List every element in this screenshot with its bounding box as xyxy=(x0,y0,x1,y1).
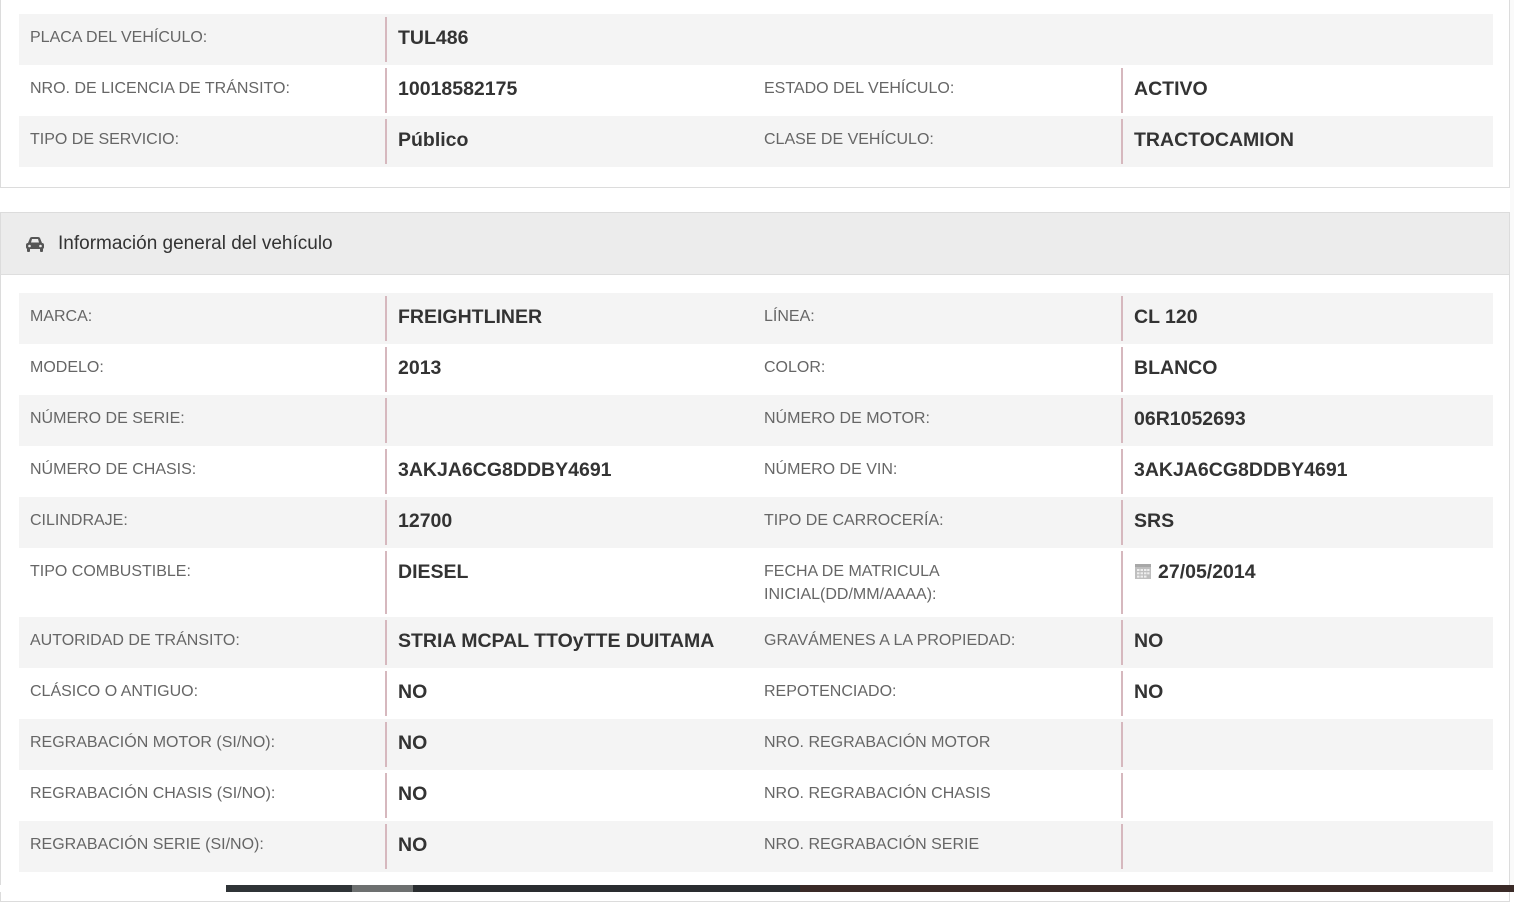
serial-regrab-number-value xyxy=(1121,821,1493,872)
registration-date-cell: 27/05/2014 xyxy=(1121,548,1493,617)
transit-license-value: 10018582175 xyxy=(385,65,753,116)
classic-label: CLÁSICO O ANTIGUO: xyxy=(30,683,199,700)
fuel-type-label: TIPO COMBUSTIBLE: xyxy=(30,563,191,580)
bottom-taskbar-strip xyxy=(0,885,1514,892)
registration-date-label: FECHA DE MATRICULA INICIAL(DD/MM/AAAA): xyxy=(764,563,939,603)
model-value: 2013 xyxy=(385,344,753,395)
chassis-regrab-number-label: NRO. REGRABACIÓN CHASIS xyxy=(764,785,991,802)
service-type-label: TIPO DE SERVICIO: xyxy=(30,131,180,148)
right-edge xyxy=(1510,0,1514,885)
table-row: REGRABACIÓN SERIE (SI/NO): NO NRO. REGRA… xyxy=(19,821,1493,872)
liens-label: GRAVÁMENES A LA PROPIEDAD: xyxy=(764,632,1016,649)
engine-regrab-label: REGRABACIÓN MOTOR (SI/NO): xyxy=(30,734,276,751)
table-row: CLÁSICO O ANTIGUO: NO REPOTENCIADO: NO xyxy=(19,668,1493,719)
general-info-title: Información general del vehículo xyxy=(58,232,333,254)
vehicle-summary-table: PLACA DEL VEHÍCULO: TUL486 NRO. DE LICEN… xyxy=(19,14,1493,167)
plate-label: PLACA DEL VEHÍCULO: xyxy=(30,29,208,46)
transit-authority-label: AUTORIDAD DE TRÁNSITO: xyxy=(30,632,240,649)
table-row: MODELO: 2013 COLOR: BLANCO xyxy=(19,344,1493,395)
repowered-label: REPOTENCIADO: xyxy=(764,683,897,700)
plate-value: TUL486 xyxy=(385,14,1493,65)
chassis-number-value: 3AKJA6CG8DDBY4691 xyxy=(385,446,753,497)
registration-date-value: 27/05/2014 xyxy=(1158,561,1256,583)
classic-value: NO xyxy=(385,668,753,719)
line-value: CL 120 xyxy=(1121,293,1493,344)
vehicle-class-value: TRACTOCAMION xyxy=(1121,116,1493,167)
vehicle-class-label: CLASE DE VEHÍCULO: xyxy=(764,131,934,148)
table-row: AUTORIDAD DE TRÁNSITO: STRIA MCPAL TTOyT… xyxy=(19,617,1493,668)
serial-number-value xyxy=(385,395,753,446)
vin-number-label: NÚMERO DE VIN: xyxy=(764,461,898,478)
body-type-value: SRS xyxy=(1121,497,1493,548)
chassis-regrab-value: NO xyxy=(385,770,753,821)
chassis-regrab-number-value xyxy=(1121,770,1493,821)
color-value: BLANCO xyxy=(1121,344,1493,395)
car-icon xyxy=(24,235,46,253)
table-row: PLACA DEL VEHÍCULO: TUL486 xyxy=(19,14,1493,65)
table-row: MARCA: FREIGHTLINER LÍNEA: CL 120 xyxy=(19,293,1493,344)
vehicle-status-label: ESTADO DEL VEHÍCULO: xyxy=(764,80,955,97)
chassis-number-label: NÚMERO DE CHASIS: xyxy=(30,461,197,478)
engine-regrab-number-value xyxy=(1121,719,1493,770)
serial-regrab-label: REGRABACIÓN SERIE (SI/NO): xyxy=(30,836,264,853)
serial-regrab-value: NO xyxy=(385,821,753,872)
displacement-label: CILINDRAJE: xyxy=(30,512,128,529)
table-row: NÚMERO DE SERIE: NÚMERO DE MOTOR: 06R105… xyxy=(19,395,1493,446)
table-row: REGRABACIÓN CHASIS (SI/NO): NO NRO. REGR… xyxy=(19,770,1493,821)
general-info-header: Información general del vehículo xyxy=(1,213,1509,275)
repowered-value: NO xyxy=(1121,668,1493,719)
liens-value: NO xyxy=(1121,617,1493,668)
vehicle-status-value: ACTIVO xyxy=(1121,65,1493,116)
brand-value: FREIGHTLINER xyxy=(385,293,753,344)
model-label: MODELO: xyxy=(30,359,104,376)
vin-number-value: 3AKJA6CG8DDBY4691 xyxy=(1121,446,1493,497)
table-row: REGRABACIÓN MOTOR (SI/NO): NO NRO. REGRA… xyxy=(19,719,1493,770)
displacement-value: 12700 xyxy=(385,497,753,548)
service-type-value: Público xyxy=(385,116,753,167)
engine-number-label: NÚMERO DE MOTOR: xyxy=(764,410,930,427)
general-info-table: MARCA: FREIGHTLINER LÍNEA: CL 120 MODELO… xyxy=(19,293,1493,872)
engine-regrab-number-label: NRO. REGRABACIÓN MOTOR xyxy=(764,734,991,751)
table-row: NRO. DE LICENCIA DE TRÁNSITO: 1001858217… xyxy=(19,65,1493,116)
line-label: LÍNEA: xyxy=(764,308,815,325)
vehicle-summary-panel: PLACA DEL VEHÍCULO: TUL486 NRO. DE LICEN… xyxy=(0,0,1510,188)
engine-regrab-value: NO xyxy=(385,719,753,770)
body-type-label: TIPO DE CARROCERÍA: xyxy=(764,512,944,529)
table-row: TIPO DE SERVICIO: Público CLASE DE VEHÍC… xyxy=(19,116,1493,167)
color-label: COLOR: xyxy=(764,359,826,376)
table-row: CILINDRAJE: 12700 TIPO DE CARROCERÍA: SR… xyxy=(19,497,1493,548)
fuel-type-value: DIESEL xyxy=(385,548,753,617)
brand-label: MARCA: xyxy=(30,308,93,325)
transit-authority-value: STRIA MCPAL TTOyTTE DUITAMA xyxy=(385,617,753,668)
table-row: TIPO COMBUSTIBLE: DIESEL FECHA DE MATRIC… xyxy=(19,548,1493,617)
engine-number-value: 06R1052693 xyxy=(1121,395,1493,446)
general-info-panel: Información general del vehículo MARCA: … xyxy=(0,212,1510,902)
chassis-regrab-label: REGRABACIÓN CHASIS (SI/NO): xyxy=(30,785,276,802)
serial-regrab-number-label: NRO. REGRABACIÓN SERIE xyxy=(764,836,980,853)
transit-license-label: NRO. DE LICENCIA DE TRÁNSITO: xyxy=(30,80,290,97)
serial-number-label: NÚMERO DE SERIE: xyxy=(30,410,185,427)
table-row: NÚMERO DE CHASIS: 3AKJA6CG8DDBY4691 NÚME… xyxy=(19,446,1493,497)
calendar-icon xyxy=(1134,562,1152,580)
